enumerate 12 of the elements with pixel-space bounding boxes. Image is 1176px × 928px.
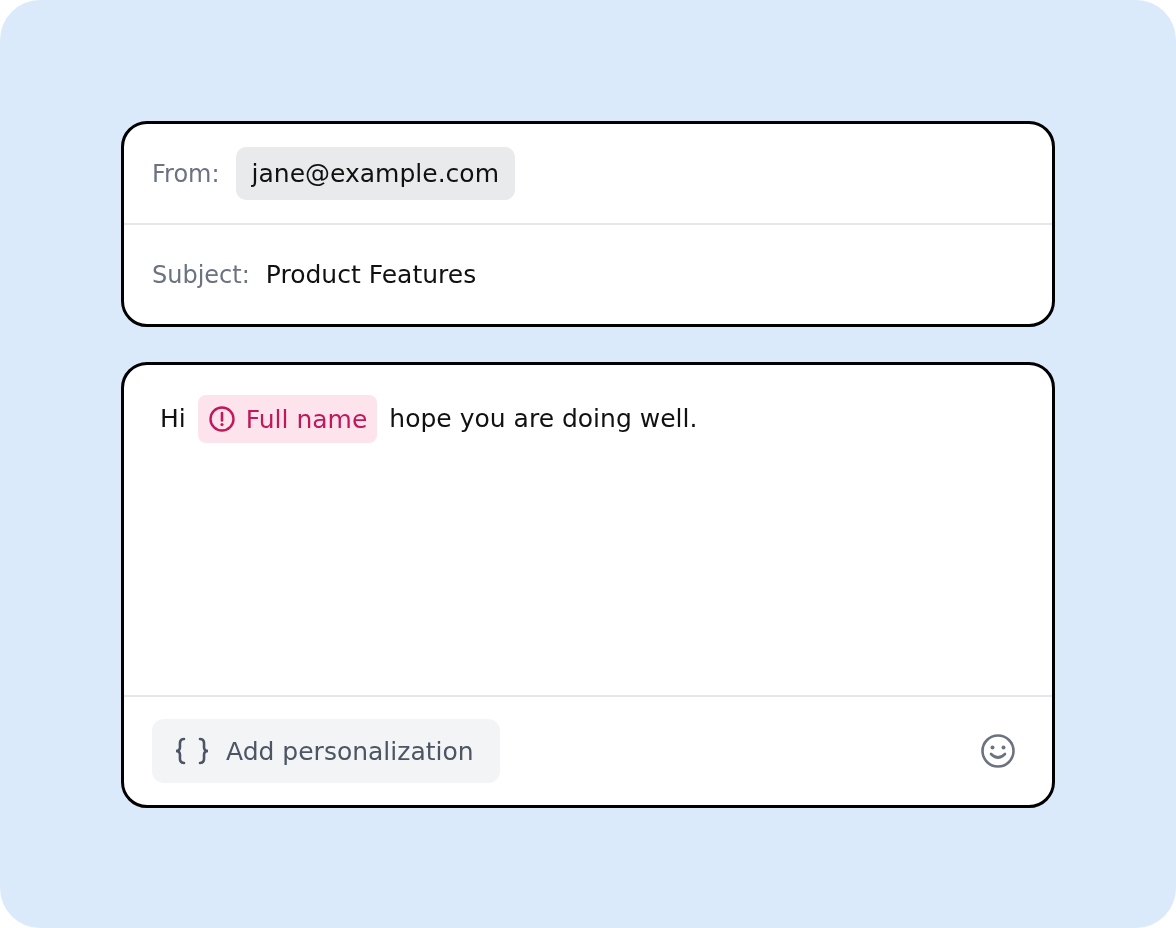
message-editor[interactable]: Hi Full name hope you are doing well. Add personalization bbox=[121, 362, 1055, 808]
sender-chip[interactable]: jane@example.com bbox=[235, 147, 515, 200]
personalization-tag[interactable]: Full name bbox=[197, 395, 378, 443]
braces-icon bbox=[174, 736, 210, 766]
from-label: From: bbox=[152, 159, 220, 188]
message-text: Hi bbox=[160, 403, 186, 435]
add-personalization-button[interactable]: Add personalization bbox=[152, 719, 500, 783]
warning-icon bbox=[207, 405, 236, 433]
message-text: hope you are doing well. bbox=[389, 403, 698, 435]
emoji-icon[interactable] bbox=[980, 733, 1016, 769]
subject-label: Subject: bbox=[152, 260, 250, 289]
subject-field[interactable]: Product Features bbox=[265, 260, 477, 289]
